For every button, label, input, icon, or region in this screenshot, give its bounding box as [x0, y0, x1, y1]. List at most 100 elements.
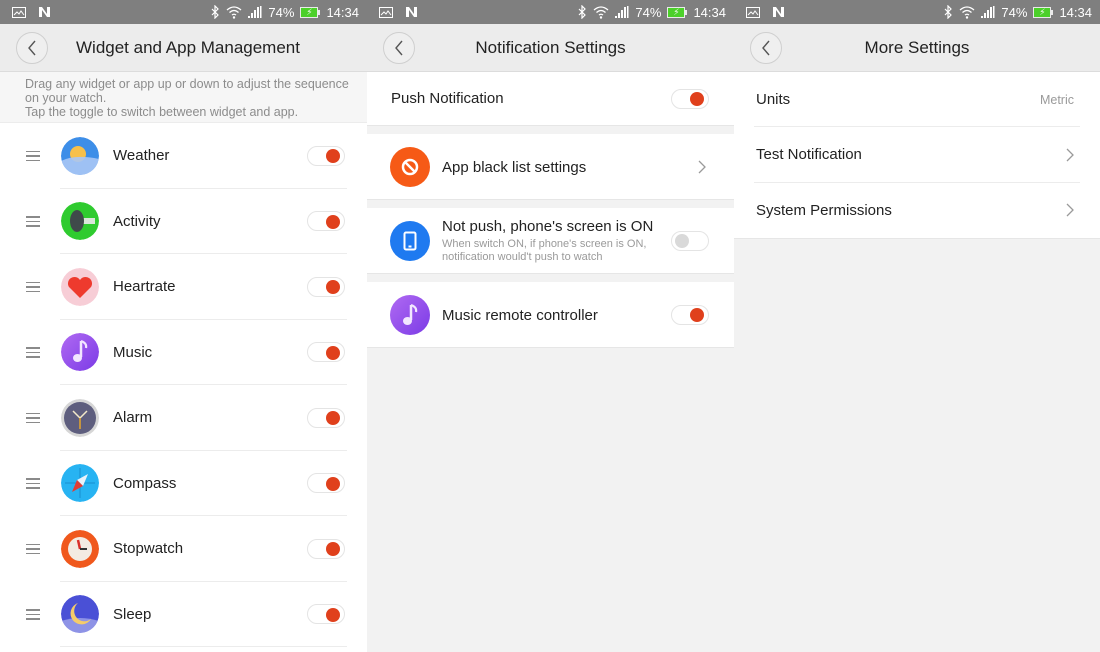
widget-item-stopwatch[interactable]: Stopwatch — [0, 516, 367, 582]
screen-on-row: Not push, phone's screen is ON When swit… — [367, 208, 734, 274]
nfc-icon — [772, 6, 785, 18]
push-notification-toggle[interactable] — [671, 88, 709, 109]
widget-item-alarm[interactable]: Alarm — [0, 385, 367, 451]
widget-item-activity[interactable]: Activity — [0, 189, 367, 255]
wifi-icon — [959, 5, 975, 19]
clock: 14:34 — [1059, 4, 1092, 20]
compass-icon — [61, 464, 99, 503]
widget-item-compass[interactable]: Compass — [0, 451, 367, 517]
sleep-icon — [61, 595, 99, 634]
widget-toggle[interactable] — [307, 473, 345, 494]
instructions-hint: Drag any widget or app up or down to adj… — [0, 72, 367, 123]
heartrate-icon — [61, 267, 99, 306]
gallery-icon — [12, 6, 26, 18]
hint-line: Drag any widget or app up or down to adj… — [25, 77, 349, 105]
more-settings-screen: 74% ⚡ 14:34 More Settings Units Metric T… — [734, 0, 1100, 652]
units-label: Units — [756, 91, 791, 109]
test-notification-row[interactable]: Test Notification — [734, 127, 1100, 183]
music-icon — [390, 295, 430, 335]
widget-label: Alarm — [113, 409, 153, 427]
widget-toggle[interactable] — [307, 211, 345, 232]
description-line: When switch ON, if phone's screen is ON, — [442, 238, 647, 250]
clock: 14:34 — [326, 4, 359, 20]
phone-icon — [390, 221, 430, 261]
widget-toggle[interactable] — [307, 407, 345, 428]
drag-handle-icon[interactable] — [26, 609, 40, 620]
battery-percent: 74% — [268, 4, 295, 20]
music-remote-row: Music remote controller — [367, 282, 734, 348]
status-bar: 74% ⚡ 14:34 — [734, 0, 1100, 24]
widget-label: Heartrate — [113, 278, 176, 296]
drag-handle-icon[interactable] — [26, 478, 40, 489]
units-value: Metric — [1039, 92, 1074, 107]
widget-item-music[interactable]: Music — [0, 320, 367, 386]
music-remote-toggle[interactable] — [671, 304, 709, 325]
widget-item-heartrate[interactable]: Heartrate — [0, 254, 367, 320]
widget-management-screen: 74% ⚡ 14:34 Widget and App Management Dr… — [0, 0, 367, 652]
drag-handle-icon[interactable] — [26, 281, 40, 292]
music-icon — [61, 333, 99, 372]
gallery-icon — [379, 6, 393, 18]
chevron-right-icon — [698, 160, 706, 173]
battery-percent: 74% — [1001, 4, 1028, 20]
chevron-left-icon — [28, 40, 36, 56]
widget-label: Stopwatch — [113, 540, 184, 558]
back-button[interactable] — [750, 32, 782, 64]
nfc-icon — [38, 6, 51, 18]
alarm-icon — [61, 398, 99, 437]
back-button[interactable] — [383, 32, 415, 64]
chevron-left-icon — [395, 40, 403, 56]
battery-charging-icon: ⚡ — [300, 6, 321, 18]
widget-label: Sleep — [113, 605, 152, 623]
units-row[interactable]: Units Metric — [734, 72, 1100, 128]
app-black-list-row[interactable]: App black list settings — [367, 134, 734, 200]
chevron-right-icon — [1066, 203, 1074, 217]
widget-toggle[interactable] — [307, 276, 345, 297]
drag-handle-icon[interactable] — [26, 543, 40, 554]
widget-toggle[interactable] — [307, 604, 345, 625]
clock: 14:34 — [693, 4, 726, 20]
drag-handle-icon[interactable] — [26, 347, 40, 358]
widget-toggle[interactable] — [307, 538, 345, 559]
drag-handle-icon[interactable] — [26, 216, 40, 227]
chevron-right-icon — [1066, 148, 1074, 162]
widget-item-weather[interactable]: Weather — [0, 123, 367, 189]
widget-list: Weather Activity Heartrate Music Alarm C… — [0, 123, 367, 647]
drag-handle-icon[interactable] — [26, 412, 40, 423]
activity-icon — [61, 202, 99, 241]
test-notification-label: Test Notification — [756, 146, 862, 164]
wifi-icon — [593, 5, 609, 19]
settings-list: Units Metric Test Notification System Pe… — [734, 72, 1100, 239]
stopwatch-icon — [61, 529, 99, 568]
screen-on-description: When switch ON, if phone's screen is ON,… — [442, 238, 653, 264]
widget-label: Activity — [113, 212, 161, 230]
description-line: notification would't push to watch — [442, 251, 603, 263]
screen-on-label: Not push, phone's screen is ON — [442, 218, 654, 235]
bluetooth-icon — [210, 5, 220, 19]
back-button[interactable] — [16, 32, 48, 64]
widget-toggle[interactable] — [307, 145, 345, 166]
battery-charging-icon: ⚡ — [667, 6, 688, 18]
screen-on-toggle[interactable] — [671, 230, 709, 251]
system-permissions-row[interactable]: System Permissions — [734, 183, 1100, 238]
push-notification-label: Push Notification — [391, 90, 504, 107]
widget-toggle[interactable] — [307, 342, 345, 363]
header: More Settings — [734, 24, 1100, 72]
signal-icon — [248, 6, 262, 18]
signal-icon — [615, 6, 629, 18]
widget-item-sleep[interactable]: Sleep — [0, 582, 367, 648]
battery-percent: 74% — [635, 4, 662, 20]
drag-handle-icon[interactable] — [26, 150, 40, 161]
header: Widget and App Management — [0, 24, 367, 72]
battery-charging-icon: ⚡ — [1033, 6, 1054, 18]
widget-label: Weather — [113, 147, 170, 165]
bluetooth-icon — [577, 5, 587, 19]
wifi-icon — [226, 5, 242, 19]
system-permissions-label: System Permissions — [756, 201, 892, 219]
notification-settings-screen: 74% ⚡ 14:34 Notification Settings Push N… — [367, 0, 734, 652]
signal-icon — [981, 6, 995, 18]
music-remote-label: Music remote controller — [442, 306, 598, 324]
header: Notification Settings — [367, 24, 734, 72]
gallery-icon — [746, 6, 760, 18]
push-notification-row[interactable]: Push Notification — [367, 72, 734, 126]
